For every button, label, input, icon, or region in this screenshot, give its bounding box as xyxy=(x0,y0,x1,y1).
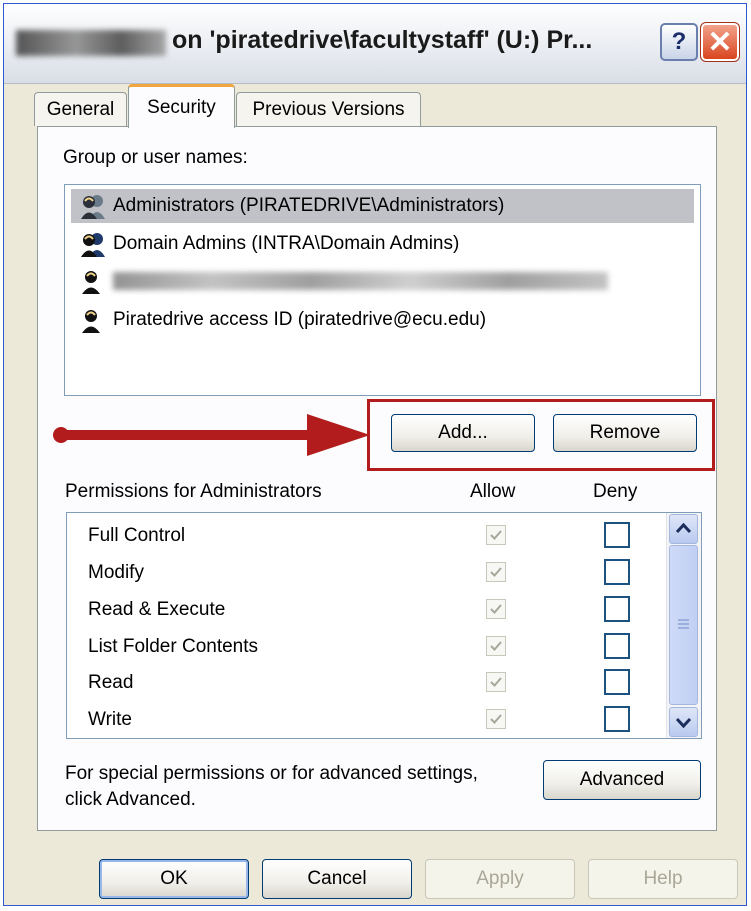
permissions-heading: Permissions for Administrators xyxy=(65,481,322,502)
properties-window: on 'piratedrive\facultystaff' (U:) Pr...… xyxy=(3,3,747,906)
help-icon: ? xyxy=(671,28,687,55)
scroll-up-button[interactable] xyxy=(669,514,698,544)
tab-security[interactable]: Security xyxy=(128,84,235,128)
redacted-user-name xyxy=(113,272,608,290)
annotation-arrow xyxy=(53,414,370,456)
checkmark-icon xyxy=(490,641,502,651)
allow-checkbox xyxy=(486,562,506,582)
list-item[interactable]: Administrators (PIRATEDRIVE\Administrato… xyxy=(71,189,694,223)
checkmark-icon xyxy=(490,567,502,577)
chevron-up-icon xyxy=(675,522,692,534)
allow-checkbox xyxy=(486,525,506,545)
group-user-list[interactable]: Administrators (PIRATEDRIVE\Administrato… xyxy=(64,184,701,396)
chevron-down-icon xyxy=(675,717,692,729)
list-item[interactable] xyxy=(71,264,694,298)
grip-icon xyxy=(678,619,689,629)
deny-checkbox[interactable] xyxy=(604,559,630,585)
checkmark-icon xyxy=(490,604,502,614)
user-icon xyxy=(82,271,100,294)
remove-button[interactable]: Remove xyxy=(553,414,697,452)
group-names-label: Group or user names: xyxy=(63,147,248,168)
title-bar[interactable]: on 'piratedrive\facultystaff' (U:) Pr...… xyxy=(4,4,746,84)
checkmark-icon xyxy=(490,677,502,687)
window-title: on 'piratedrive\facultystaff' (U:) Pr... xyxy=(172,26,593,54)
list-item[interactable]: Domain Admins (INTRA\Domain Admins) xyxy=(71,227,694,261)
deny-checkbox[interactable] xyxy=(604,522,630,548)
deny-checkbox[interactable] xyxy=(604,669,630,695)
user-icon xyxy=(82,310,100,333)
advanced-hint-line2: click Advanced. xyxy=(65,789,196,810)
list-item[interactable]: Piratedrive access ID (piratedrive@ecu.e… xyxy=(71,303,694,337)
help-button[interactable]: ? xyxy=(660,23,698,61)
table-row: Write xyxy=(67,703,663,737)
tab-general[interactable]: General xyxy=(34,92,127,126)
allow-checkbox xyxy=(486,709,506,729)
table-row: List Folder Contents xyxy=(67,630,663,664)
deny-checkbox[interactable] xyxy=(604,706,630,732)
table-row: Modify xyxy=(67,556,663,590)
close-icon: ✕ xyxy=(707,25,733,59)
allow-checkbox xyxy=(486,636,506,656)
deny-checkbox[interactable] xyxy=(604,633,630,659)
group-icon xyxy=(81,233,105,257)
scroll-thumb[interactable] xyxy=(669,545,698,705)
ok-button[interactable]: OK xyxy=(99,859,249,899)
permissions-list[interactable]: Full Control Modify Read & Execute List … xyxy=(66,512,702,739)
deny-checkbox[interactable] xyxy=(604,596,630,622)
advanced-button[interactable]: Advanced xyxy=(543,760,701,800)
scroll-down-button[interactable] xyxy=(669,707,698,737)
redacted-title-text xyxy=(16,30,166,56)
vertical-scrollbar[interactable] xyxy=(666,513,701,738)
add-button[interactable]: Add... xyxy=(391,414,535,452)
tab-previous-versions[interactable]: Previous Versions xyxy=(236,92,421,126)
allow-checkbox xyxy=(486,599,506,619)
table-row: Read xyxy=(67,666,663,700)
group-icon xyxy=(81,195,105,219)
table-row: Read & Execute xyxy=(67,593,663,627)
table-row: Full Control xyxy=(67,519,663,553)
checkmark-icon xyxy=(490,530,502,540)
close-button[interactable]: ✕ xyxy=(700,22,740,62)
cancel-button[interactable]: Cancel xyxy=(262,859,412,899)
allow-column-header: Allow xyxy=(470,481,516,502)
checkmark-icon xyxy=(490,714,502,724)
advanced-hint-line1: For special permissions or for advanced … xyxy=(65,763,478,784)
help-footer-button: Help xyxy=(588,859,738,899)
deny-column-header: Deny xyxy=(593,481,638,502)
allow-checkbox xyxy=(486,672,506,692)
apply-button: Apply xyxy=(425,859,575,899)
